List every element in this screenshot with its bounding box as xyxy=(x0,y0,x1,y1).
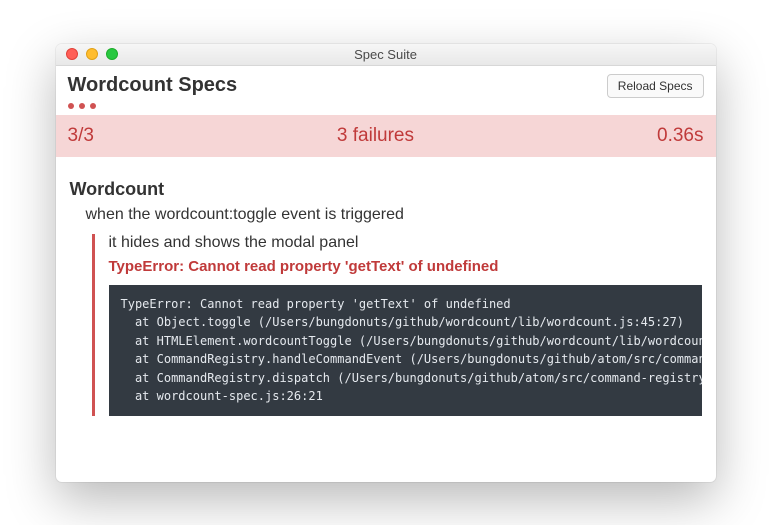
status-dot-icon xyxy=(79,103,85,109)
window-controls xyxy=(56,48,118,60)
status-dot-icon xyxy=(68,103,74,109)
header: Wordcount Specs Reload Specs xyxy=(56,66,716,115)
window-title: Spec Suite xyxy=(56,47,716,62)
close-icon[interactable] xyxy=(66,48,78,60)
zoom-icon[interactable] xyxy=(106,48,118,60)
reload-specs-button[interactable]: Reload Specs xyxy=(607,74,704,98)
status-dot-icon xyxy=(90,103,96,109)
app-window: Spec Suite Wordcount Specs Reload Specs … xyxy=(56,44,716,482)
spec-it-text: it hides and shows the modal panel xyxy=(109,234,702,252)
status-ratio: 3/3 xyxy=(68,125,94,147)
spec-block: it hides and shows the modal panel TypeE… xyxy=(92,234,702,417)
stack-trace: TypeError: Cannot read property 'getText… xyxy=(109,285,702,417)
status-failures: 3 failures xyxy=(337,125,414,147)
describe-text: when the wordcount:toggle event is trigg… xyxy=(86,206,702,224)
header-left: Wordcount Specs xyxy=(68,74,238,109)
status-bar: 3/3 3 failures 0.36s xyxy=(56,115,716,157)
spec-content: Wordcount when the wordcount:toggle even… xyxy=(56,157,716,482)
error-message: TypeError: Cannot read property 'getText… xyxy=(109,258,702,275)
titlebar: Spec Suite xyxy=(56,44,716,66)
suite-name: Wordcount xyxy=(70,179,702,200)
status-dots xyxy=(68,103,238,109)
minimize-icon[interactable] xyxy=(86,48,98,60)
status-time: 0.36s xyxy=(657,125,703,147)
page-title: Wordcount Specs xyxy=(68,74,238,97)
